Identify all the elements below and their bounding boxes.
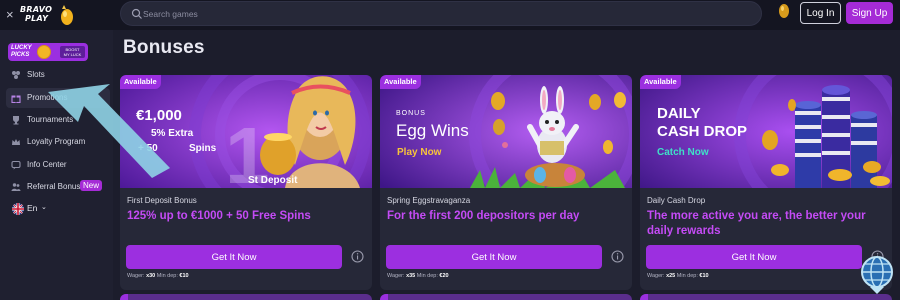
available-badge: Available: [120, 75, 161, 89]
sidebar-item-label: Tournaments: [27, 115, 74, 124]
egg-wins-banner[interactable]: Available BONUS Egg Wins Play Now: [380, 75, 632, 188]
banner-cta: Catch Now: [657, 147, 709, 158]
bonus-description: For the first 200 depositors per day: [387, 210, 580, 222]
sidebar-item-label: Slots: [27, 70, 45, 79]
lucky-title-line1: LUCKY: [11, 45, 32, 51]
wager-value: x25: [666, 273, 676, 279]
wager-label: Wager:: [387, 273, 405, 279]
bonus-card-partial[interactable]: [380, 294, 632, 300]
trophy-icon: [13, 116, 19, 125]
wager-value: x35: [406, 273, 416, 279]
wager-info: Wager: x30 Min dep: €10: [127, 273, 189, 279]
sidebar-item-tournaments[interactable]: Tournaments: [6, 110, 110, 130]
available-badge: [640, 294, 648, 300]
available-badge: Available: [380, 75, 421, 89]
page-title: Bonuses: [123, 37, 205, 58]
banner-line3: + 50: [138, 143, 158, 154]
banner-title-line1: DAILY: [657, 105, 701, 122]
search-input[interactable]: [143, 7, 543, 21]
bonus-card-spring-eggstravaganza: Available BONUS Egg Wins Play Now Spring…: [380, 75, 632, 290]
lucky-picks-banner[interactable]: LUCKY PICKS BOOST MY LUCK: [8, 43, 88, 61]
min-dep-value: €10: [699, 273, 709, 279]
min-dep-label: Min dep:: [676, 273, 698, 279]
wager-label: Wager:: [127, 273, 145, 279]
sidebar: LUCKY PICKS BOOST MY LUCK Slots Promotio…: [0, 30, 113, 300]
lucky-picks-title: LUCKY PICKS: [11, 45, 32, 58]
min-dep-value: €20: [439, 273, 449, 279]
banner-amount: €1,000: [136, 107, 182, 124]
bonus-description: The more active you are, the better your…: [647, 210, 866, 237]
close-icon[interactable]: ×: [6, 7, 14, 22]
bonus-description: 125% up to €1000 + 50 Free Spins: [127, 210, 311, 222]
signup-button[interactable]: Sign Up: [846, 2, 893, 24]
sidebar-item-label: Promotions: [27, 93, 68, 102]
boost-luck-badge: BOOST MY LUCK: [60, 46, 85, 58]
sidebar-item-info-center[interactable]: Info Center: [6, 155, 110, 175]
language-selector[interactable]: En ⌄: [12, 202, 52, 216]
sidebar-item-label: Info Center: [27, 160, 67, 169]
bonus-title: Daily Cash Drop: [647, 196, 706, 205]
wager-label: Wager:: [647, 273, 665, 279]
sidebar-item-label: Referral Bonus: [27, 182, 81, 191]
crown-icon: [12, 139, 20, 145]
get-it-now-button[interactable]: Get It Now: [386, 245, 602, 269]
bravoplay-logo[interactable]: BRAVO PLAY: [18, 4, 78, 28]
top-bar: × BRAVO PLAY Log In Sign Up: [0, 0, 900, 30]
sidebar-item-label: Loyalty Program: [27, 137, 86, 146]
users-icon: [11, 183, 21, 191]
banner-title-line2: CASH DROP: [657, 123, 748, 140]
info-icon[interactable]: [351, 250, 364, 263]
bonus-card-partial[interactable]: [640, 294, 892, 300]
gift-icon: [11, 95, 21, 103]
get-it-now-button[interactable]: Get It Now: [646, 245, 862, 269]
available-badge: Available: [640, 75, 681, 89]
wager-value: x30: [146, 273, 156, 279]
bonus-card-first-deposit: 1 Available €1,000 5% Extra + 50 Spins S…: [120, 75, 372, 290]
logo-text-line2: PLAY: [25, 14, 49, 23]
banner-small: BONUS: [396, 110, 426, 117]
sidebar-item-slots[interactable]: Slots: [6, 65, 110, 85]
min-dep-value: €10: [179, 273, 189, 279]
chat-icon: [11, 160, 21, 170]
search-icon: [131, 8, 142, 19]
daily-cash-drop-banner[interactable]: Available DAILY CASH DROP Catch Now: [640, 75, 892, 188]
login-button[interactable]: Log In: [800, 2, 841, 24]
banner-line3-end: Spins: [189, 143, 217, 154]
language-label: En: [27, 203, 38, 213]
lucky-title-line2: PICKS: [11, 51, 30, 58]
slot-icon: [12, 71, 20, 79]
wager-info: Wager: x25 Min dep: €10: [647, 273, 709, 279]
bonus-card-daily-cash-drop: Available DAILY CASH DROP Catch Now Dail…: [640, 75, 892, 290]
bonus-title: First Deposit Bonus: [127, 196, 197, 205]
new-badge: New: [80, 180, 103, 191]
available-badge: [120, 294, 128, 300]
search-bar[interactable]: [120, 1, 762, 26]
info-icon[interactable]: [611, 250, 624, 263]
sidebar-item-promotions[interactable]: Promotions: [6, 88, 110, 108]
available-badge: [380, 294, 388, 300]
banner-cta: Play Now: [397, 147, 442, 158]
bonus-card-partial[interactable]: [120, 294, 372, 300]
bonus-title: Spring Eggstravaganza: [387, 196, 471, 205]
logo-text-line1: BRAVO: [20, 5, 53, 14]
coin-icon: [37, 45, 51, 59]
globe-support-icon[interactable]: [858, 253, 896, 295]
banner-title: Egg Wins: [396, 121, 469, 140]
chevron-down-icon: ⌄: [41, 204, 47, 211]
sidebar-item-referral-bonus[interactable]: Referral Bonus New: [6, 177, 110, 197]
banner-deposit-text: St Deposit: [248, 175, 298, 186]
min-dep-label: Min dep:: [416, 273, 438, 279]
golden-egg-icon: [779, 4, 789, 18]
first-deposit-banner[interactable]: 1 Available €1,000 5% Extra + 50 Spins S…: [120, 75, 372, 188]
get-it-now-button[interactable]: Get It Now: [126, 245, 342, 269]
boost-line2: MY LUCK: [63, 52, 82, 57]
golden-egg-icon: [61, 5, 73, 25]
banner-line2: 5% Extra: [151, 128, 194, 139]
min-dep-label: Min dep:: [156, 273, 178, 279]
uk-flag-icon: [12, 203, 24, 215]
wager-info: Wager: x35 Min dep: €20: [387, 273, 449, 279]
sidebar-item-loyalty-program[interactable]: Loyalty Program: [6, 132, 110, 152]
